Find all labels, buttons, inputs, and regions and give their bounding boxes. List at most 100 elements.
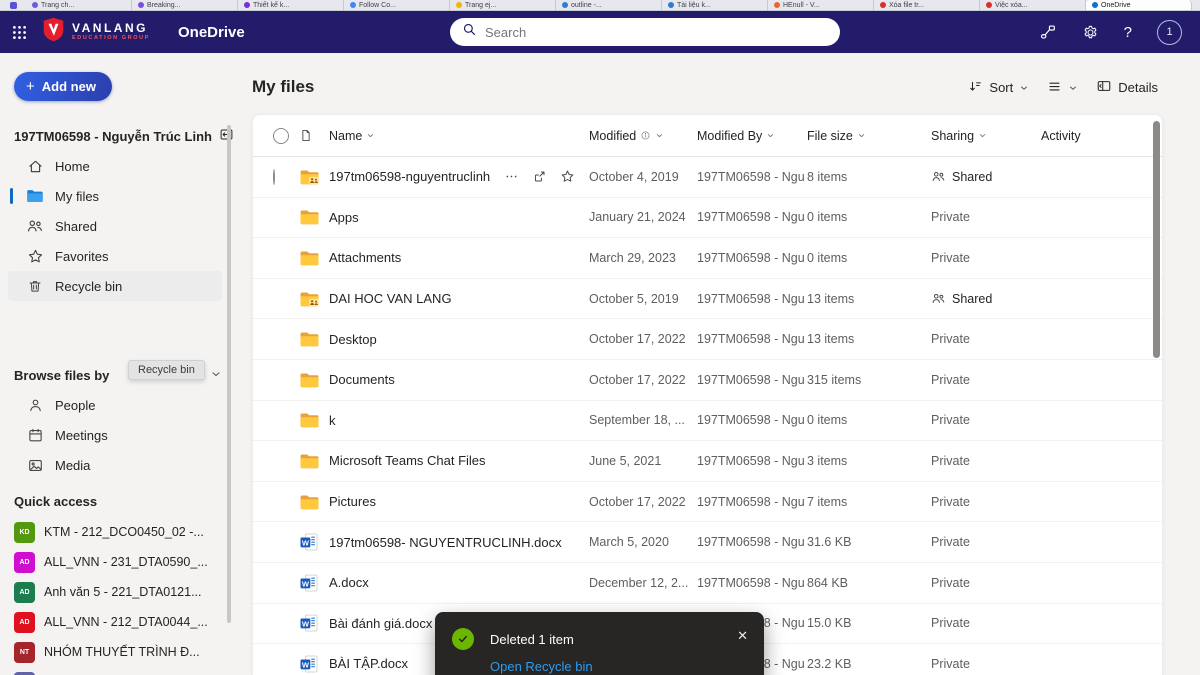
sharing-label: Shared [952, 170, 992, 184]
column-header-name[interactable]: Name [329, 129, 589, 143]
sort-icon [968, 79, 983, 97]
sharing-cell: Private [931, 576, 1041, 590]
favorite-star-icon[interactable] [560, 169, 575, 184]
table-row[interactable]: WA.docxDecember 12, 2...197TM06598 - Ngu… [253, 563, 1162, 604]
sidebar-item-label: Favorites [55, 249, 108, 264]
sidebar-item-recycle-bin[interactable]: Recycle bin [8, 271, 222, 301]
table-row[interactable]: kSeptember 18, ...197TM06598 - Ngu0 item… [253, 401, 1162, 442]
column-header-sharing[interactable]: Sharing [931, 129, 1041, 143]
column-header-modified[interactable]: Modified [589, 129, 697, 143]
app-launcher-waffle-icon[interactable] [0, 24, 38, 41]
sidebar-item-people[interactable]: People [8, 390, 222, 420]
sharing-label: Private [931, 373, 970, 387]
browser-tab[interactable]: outline -... [556, 0, 662, 10]
modified-by-cell: 197TM06598 - Ngu [697, 332, 807, 346]
sidebar-item-shared[interactable]: Shared [8, 211, 222, 241]
tab-label: Thiết kế k... [253, 2, 289, 9]
file-size-cell: 13 items [807, 332, 931, 346]
search-bar[interactable] [450, 18, 840, 46]
sidebar-scrollbar[interactable] [227, 125, 231, 623]
sidebar: + Add new 197TM06598 - Nguyễn Trúc Linh … [0, 53, 240, 675]
browser-tab[interactable]: Trang ej... [450, 0, 556, 10]
column-header-file-size[interactable]: File size [807, 129, 931, 143]
quick-access-item[interactable]: KDKTM - 212_DCO0450_02 -... [14, 517, 226, 547]
close-icon[interactable]: ✕ [737, 628, 748, 644]
row-checkbox[interactable] [273, 169, 275, 185]
browser-tab[interactable]: Xóa file tr... [874, 0, 980, 10]
file-name-cell[interactable]: Desktop [329, 332, 589, 347]
file-name-cell[interactable]: A.docx [329, 575, 589, 590]
sidebar-item-favorites[interactable]: Favorites [8, 241, 222, 271]
file-name-cell[interactable]: 197tm06598- NGUYENTRUCLINH.docx [329, 535, 589, 550]
browser-tab[interactable]: OneDrive [1086, 0, 1192, 10]
group-avatar: AD [14, 552, 35, 573]
file-name-cell[interactable]: Microsoft Teams Chat Files [329, 453, 589, 468]
sidebar-item-my-files[interactable]: My files [8, 181, 222, 211]
file-name-cell[interactable]: Apps [329, 210, 589, 225]
sidebar-item-meetings[interactable]: Meetings [8, 420, 222, 450]
more-actions-icon[interactable] [504, 169, 519, 184]
file-name: DAI HOC VAN LANG [329, 291, 452, 306]
browser-tab[interactable]: Tài liệu k... [662, 0, 768, 10]
file-size-cell: 0 items [807, 413, 931, 427]
file-size-cell: 3 items [807, 454, 931, 468]
sort-button[interactable]: Sort [968, 79, 1029, 97]
details-button[interactable]: Details [1096, 78, 1158, 97]
browser-tab[interactable]: HEnull - V... [768, 0, 874, 10]
table-row[interactable]: DAI HOC VAN LANGOctober 5, 2019197TM0659… [253, 279, 1162, 320]
account-avatar[interactable]: 1 [1157, 20, 1182, 45]
file-name-cell[interactable]: Documents [329, 372, 589, 387]
view-switcher-button[interactable] [1047, 79, 1078, 97]
connected-apps-icon[interactable] [1039, 23, 1057, 41]
file-name: Documents [329, 372, 395, 387]
sidebar-item-home[interactable]: Home [8, 151, 222, 181]
quick-access-item[interactable]: KDKTM - 212_DCO0410_04 -... [14, 667, 226, 675]
sharing-cell: Private [931, 413, 1041, 427]
settings-gear-icon[interactable] [1082, 24, 1099, 41]
file-size-cell: 15.0 KB [807, 616, 931, 630]
table-scrollbar[interactable] [1153, 121, 1160, 358]
browser-window-icon[interactable] [0, 0, 26, 10]
file-type-column-icon[interactable] [299, 128, 329, 143]
browser-tab[interactable]: Breaking... [132, 0, 238, 10]
file-name: Attachments [329, 250, 401, 265]
quick-access-item[interactable]: ADALL_VNN - 212_DTA0044_... [14, 607, 226, 637]
file-name-cell[interactable]: DAI HOC VAN LANG [329, 291, 589, 306]
add-new-button[interactable]: + Add new [14, 72, 112, 101]
column-header-activity[interactable]: Activity [1041, 129, 1162, 143]
quick-access-label: ALL_VNN - 231_DTA0590_... [44, 555, 208, 569]
help-icon[interactable]: ? [1124, 24, 1132, 41]
file-name-cell[interactable]: k [329, 413, 589, 428]
tab-favicon-icon [456, 2, 462, 8]
file-name-cell[interactable]: Pictures [329, 494, 589, 509]
quick-access-item[interactable]: AD ALL_VNN - 231_DTA0590_... [14, 547, 226, 577]
browser-tab[interactable]: Việc xóa... [980, 0, 1086, 10]
sidebar-item-media[interactable]: Media [8, 450, 222, 480]
open-recycle-bin-link[interactable]: Open Recycle bin [490, 659, 593, 674]
column-header-modified-by[interactable]: Modified By [697, 129, 807, 143]
table-row[interactable]: W197tm06598- NGUYENTRUCLINH.docxMarch 5,… [253, 522, 1162, 563]
file-name-cell[interactable]: Attachments [329, 250, 589, 265]
table-row[interactable]: Microsoft Teams Chat FilesJune 5, 202119… [253, 441, 1162, 482]
table-row[interactable]: PicturesOctober 17, 2022197TM06598 - Ngu… [253, 482, 1162, 523]
search-input[interactable] [485, 25, 828, 40]
modified-by-cell: 197TM06598 - Ngu [697, 495, 807, 509]
browser-tab[interactable]: Thiết kế k... [238, 0, 344, 10]
quick-access-item[interactable]: ADAnh văn 5 - 221_DTA0121... [14, 577, 226, 607]
home-icon [26, 157, 44, 175]
quick-access-item[interactable]: NTNHÓM THUYẾT TRÌNH Đ... [14, 637, 226, 667]
select-all-checkbox[interactable] [273, 128, 289, 144]
table-row[interactable]: DocumentsOctober 17, 2022197TM06598 - Ng… [253, 360, 1162, 401]
modified-cell: March 29, 2023 [589, 251, 697, 265]
table-row[interactable]: AppsJanuary 21, 2024197TM06598 - Ngu0 it… [253, 198, 1162, 239]
table-row[interactable]: AttachmentsMarch 29, 2023197TM06598 - Ng… [253, 238, 1162, 279]
browser-tab[interactable]: Follow Co... [344, 0, 450, 10]
share-icon[interactable] [532, 169, 547, 184]
file-name-cell[interactable]: 197tm06598-nguyentruclinh [329, 169, 589, 184]
table-row[interactable]: 197tm06598-nguyentruclinhOctober 4, 2019… [253, 157, 1162, 198]
table-row[interactable]: DesktopOctober 17, 2022197TM06598 - Ngu1… [253, 319, 1162, 360]
modified-by-cell: 197TM06598 - Ngu [697, 210, 807, 224]
browser-tab[interactable]: Trang ch... [26, 0, 132, 10]
chevron-down-icon[interactable] [210, 368, 222, 383]
quick-access-label: ALL_VNN - 212_DTA0044_... [44, 615, 208, 629]
